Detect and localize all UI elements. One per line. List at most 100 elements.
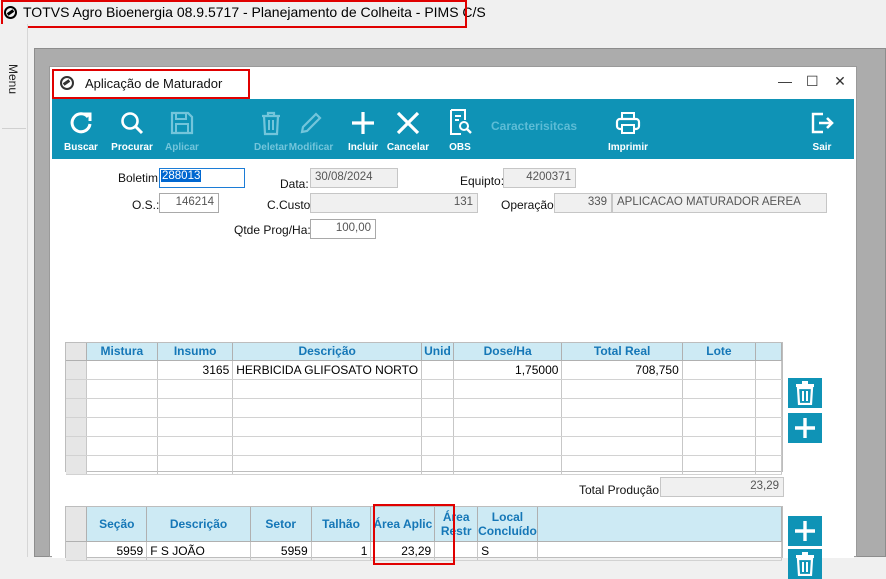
boletim-label: Boletim: [118,171,162,185]
boletim-field[interactable]: 288013 [159,168,245,188]
cancelar-button[interactable]: Cancelar [386,99,430,159]
column-header[interactable]: Mistura [86,343,159,361]
obs-button[interactable]: OBS [445,99,475,159]
buscar-label: Buscar [64,142,98,153]
column-header[interactable]: Seção [86,507,148,542]
table-cell[interactable] [682,360,757,380]
highlight-app-title [1,0,467,28]
table-row[interactable]: 3165 HERBICIDA GLIFOSATO NORTO 1,75000 7… [66,360,782,380]
operacao-description-field: APLICACAO MATURADOR AEREA [612,193,827,213]
table-row[interactable] [66,417,782,437]
column-header[interactable]: Dose/Ha [453,343,563,361]
aplicar-label: Aplicar [165,142,199,153]
secoes-row-indicator-header [66,507,88,542]
equipto-label: Equipto: [460,174,505,188]
ccusto-label: C.Custo: [267,198,314,212]
modificar-button[interactable]: Modificar [288,99,334,159]
caracteristicas-button[interactable]: Caracterisitcas [491,119,577,133]
add-insumo-button[interactable] [788,413,822,443]
close-icon[interactable]: ✕ [834,73,846,90]
qtde-prog-field[interactable]: 100,00 [310,219,376,239]
equipto-field[interactable]: 4200371 [503,168,576,188]
table-cell[interactable]: S [477,541,538,561]
imprimir-button[interactable]: Imprimir [605,99,651,159]
delete-insumo-button[interactable] [788,378,822,408]
column-header-filler [537,507,783,542]
column-header[interactable]: Insumo [157,343,234,361]
window-controls: — ☐ ✕ [778,73,846,90]
table-cell[interactable] [421,360,454,380]
trash-icon [796,381,814,405]
highlight-window-title [52,69,250,99]
buscar-button[interactable]: Buscar [62,99,100,159]
table-row[interactable] [66,436,782,456]
deletar-label: Deletar [254,142,288,153]
table-cell[interactable]: F S JOÃO [146,541,251,561]
column-header[interactable]: Talhão [311,507,372,542]
incluir-button[interactable]: Incluir [345,99,381,159]
deletar-button[interactable]: Deletar [252,99,290,159]
minimize-icon[interactable]: — [778,73,792,90]
column-header[interactable]: Descrição [232,343,423,361]
side-menu-divider [2,128,26,129]
data-label: Data: [280,177,309,191]
table-cell [537,541,783,561]
aplicar-button[interactable]: Aplicar [162,99,202,159]
column-header[interactable]: Descrição [146,507,251,542]
insumos-grid[interactable]: Mistura Insumo Descrição Unid Dose/Ha To… [65,342,783,475]
maximize-icon[interactable]: ☐ [806,73,819,90]
table-cell[interactable]: 3165 [157,360,234,380]
row-indicator[interactable] [66,360,87,380]
column-header[interactable]: Local Concluído [477,507,538,542]
total-producao-field: 23,29 [660,477,784,497]
table-cell[interactable]: 1 [311,541,372,561]
toolbar: Buscar Procurar Aplicar Deletar Modifica… [52,99,854,159]
save-icon [170,111,194,135]
exit-icon [811,112,834,134]
column-header[interactable]: Setor [250,507,312,542]
data-field[interactable]: 30/08/2024 [310,168,398,188]
delete-secao-button[interactable] [788,549,822,579]
plus-icon [795,418,815,438]
column-header[interactable]: Total Real [561,343,683,361]
table-cell[interactable]: HERBICIDA GLIFOSATO NORTO [232,360,423,380]
operacao-label: Operação: [501,198,558,212]
obs-label: OBS [449,142,471,153]
table-row[interactable] [66,379,782,399]
column-header[interactable]: Unid [421,343,454,361]
incluir-label: Incluir [347,142,378,153]
pencil-icon [300,112,322,134]
trash-icon [796,552,814,576]
imprimir-label: Imprimir [607,142,648,153]
table-row[interactable] [66,455,782,475]
ccusto-field[interactable]: 131 [310,193,478,213]
document-search-icon [450,109,472,135]
table-cell[interactable] [86,360,159,380]
search-icon [121,112,144,135]
row-indicator[interactable] [66,541,88,561]
side-menu[interactable]: Menu [0,24,28,557]
column-header[interactable]: Lote [682,343,757,361]
form-body: Boletim: 288013 Data: 30/08/2024 Equipto… [52,159,854,579]
table-cell[interactable]: 5959 [86,541,148,561]
close-x-icon [396,111,420,135]
operacao-code-field[interactable]: 339 [554,193,612,213]
table-cell[interactable]: 1,75000 [453,360,563,380]
table-row[interactable] [66,398,782,418]
add-secao-button[interactable] [788,516,822,546]
os-field[interactable]: 146214 [159,193,219,213]
modificar-label: Modificar [288,142,334,153]
table-cell[interactable]: 5959 [250,541,312,561]
plus-icon [795,521,815,541]
total-producao-label: Total Produção: [579,483,663,497]
printer-icon [615,112,641,134]
highlight-area-aplic [373,504,455,565]
sair-button[interactable]: Sair [808,99,836,159]
side-menu-label[interactable]: Menu [6,64,20,94]
plus-icon [352,112,374,134]
insumos-row-indicator-header [66,343,87,361]
table-cell[interactable]: 708,750 [561,360,683,380]
refresh-icon [70,112,92,134]
aplicacao-maturador-window: Aplicação de Maturador — ☐ ✕ Buscar Proc… [49,66,857,579]
procurar-button[interactable]: Procurar [107,99,157,159]
